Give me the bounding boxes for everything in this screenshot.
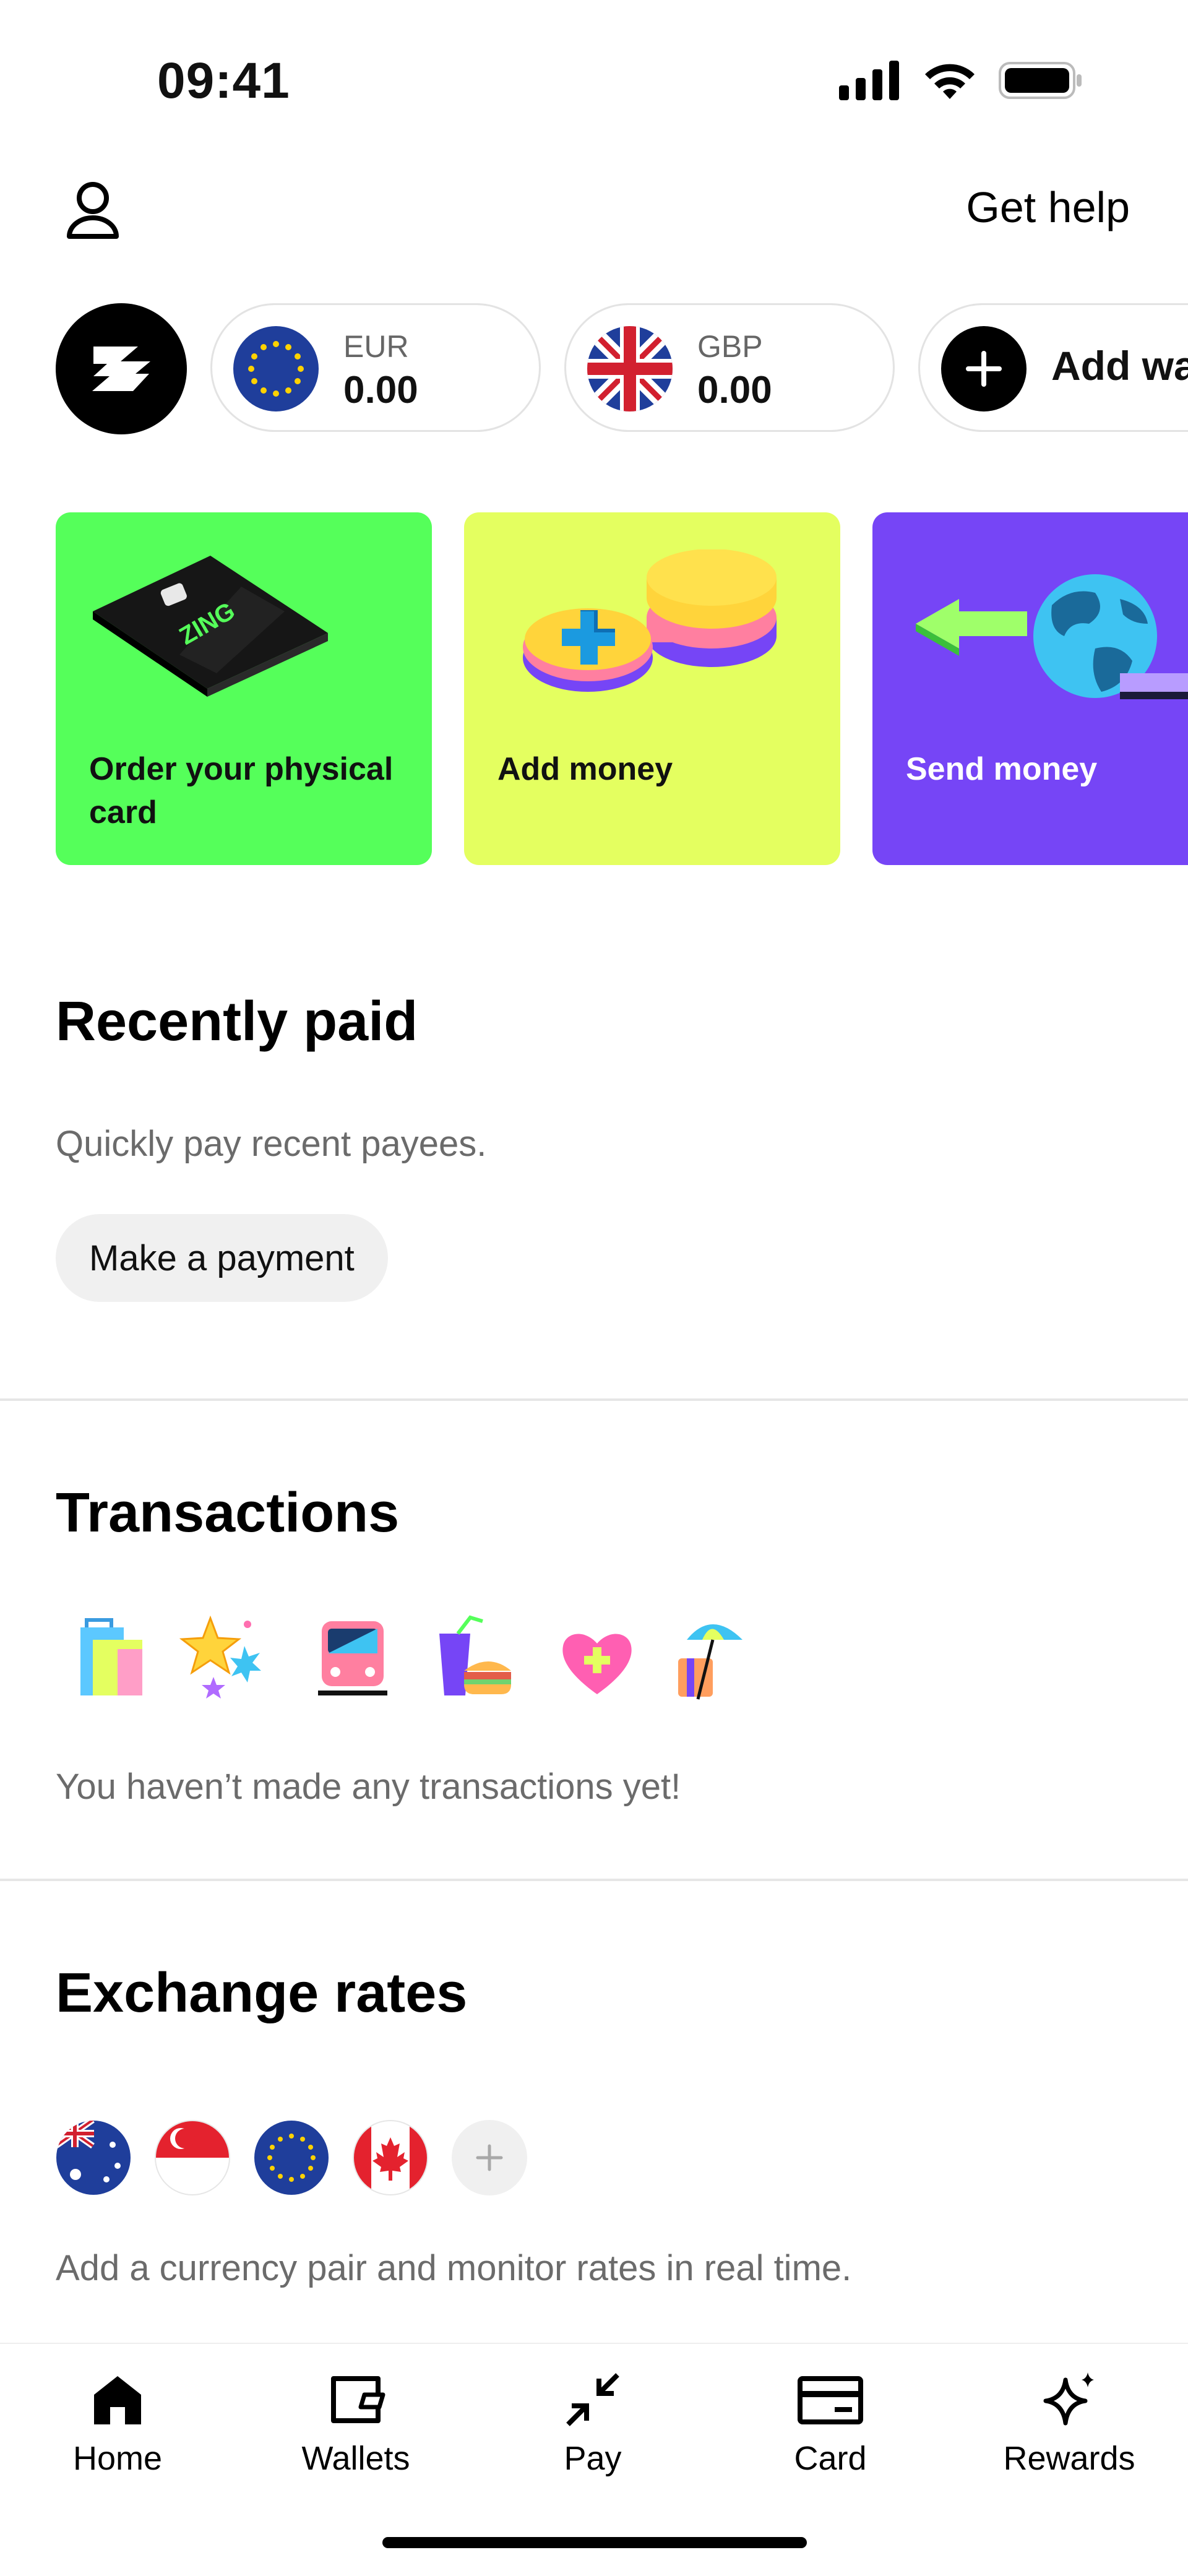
train-icon — [318, 1621, 387, 1695]
coins-plus-illustration — [523, 549, 777, 692]
travel-beach-icon — [678, 1624, 742, 1700]
nav-home[interactable]: Home — [25, 2370, 210, 2478]
exchange-rates-subtitle: Add a currency pair and monitor rates in… — [56, 2248, 852, 2288]
fast-food-icon — [439, 1615, 511, 1695]
singapore-flag-icon — [155, 2120, 230, 2195]
transactions-title: Transactions — [56, 1482, 400, 1544]
exchange-rate-flags — [56, 2120, 551, 2197]
get-help-link[interactable]: Get help — [966, 183, 1130, 232]
section-divider — [0, 1879, 1188, 1881]
recently-paid-title: Recently paid — [56, 991, 418, 1053]
wallet-selector-row: EUR 0.00 GBP 0.00 Add wal — [0, 302, 1188, 438]
make-payment-button[interactable]: Make a payment — [56, 1214, 388, 1302]
nav-pay-label: Pay — [564, 2440, 622, 2477]
celebration-stars-icon — [179, 1615, 261, 1699]
order-card-tile[interactable]: ZING Order your physical card — [56, 512, 432, 865]
nav-wallets-label: Wallets — [301, 2440, 410, 2477]
pay-arrows-icon — [566, 2373, 619, 2426]
nav-wallets[interactable]: Wallets — [263, 2370, 449, 2478]
recently-paid-subtitle: Quickly pay recent payees. — [56, 1124, 487, 1164]
order-card-label: Order your physical card — [89, 751, 394, 830]
australia-flag-icon — [56, 2121, 131, 2195]
zing-logo-button[interactable] — [56, 303, 187, 434]
profile-button[interactable] — [62, 179, 124, 241]
nav-card-label: Card — [794, 2440, 867, 2477]
plus-icon — [941, 326, 1027, 411]
send-money-tile[interactable]: Send money — [872, 512, 1188, 865]
section-divider — [0, 1398, 1188, 1401]
health-heart-icon — [562, 1634, 632, 1694]
shopping-bags-icon — [80, 1618, 142, 1695]
nav-pay[interactable]: Pay — [500, 2370, 686, 2478]
physical-card-illustration: ZING — [93, 556, 328, 697]
uk-flag-icon — [587, 326, 673, 411]
wallet-currency-code: GBP — [697, 329, 763, 364]
cellular-signal-icon — [839, 61, 899, 100]
wifi-icon — [925, 64, 975, 99]
card-icon — [798, 2376, 863, 2424]
zing-logo-icon — [92, 347, 150, 391]
wallet-balance: 0.00 — [697, 369, 772, 411]
plus-icon — [476, 2144, 503, 2171]
home-icon — [94, 2376, 141, 2424]
add-currency-pair-button[interactable] — [452, 2120, 527, 2195]
exchange-rates-title: Exchange rates — [56, 1962, 468, 2024]
battery-icon — [999, 62, 1082, 99]
user-icon — [67, 182, 119, 239]
add-money-tile[interactable]: Add money — [464, 512, 840, 865]
eu-flag-icon — [233, 326, 319, 411]
status-time: 09:41 — [157, 53, 290, 109]
wallet-pill-eur[interactable]: EUR 0.00 — [210, 303, 541, 432]
add-wallet-button[interactable]: Add wal — [918, 303, 1188, 432]
add-wallet-label: Add wal — [1051, 343, 1188, 389]
transaction-category-icons — [68, 1615, 811, 1714]
nav-card[interactable]: Card — [738, 2370, 923, 2478]
add-money-label: Add money — [497, 751, 673, 787]
sparkle-icon — [1043, 2372, 1094, 2426]
nav-rewards[interactable]: Rewards — [976, 2370, 1162, 2478]
nav-home-label: Home — [72, 2440, 163, 2477]
status-icons — [839, 61, 1083, 100]
wallet-pill-gbp[interactable]: GBP 0.00 — [564, 303, 895, 432]
transactions-empty-state: You haven’t made any transactions yet! — [56, 1767, 681, 1807]
wallet-balance: 0.00 — [343, 369, 418, 411]
home-indicator — [382, 2537, 807, 2548]
eu-flag-icon — [254, 2121, 329, 2195]
wallet-currency-code: EUR — [343, 329, 409, 364]
nav-rewards-label: Rewards — [1003, 2440, 1135, 2477]
canada-flag-icon — [353, 2120, 428, 2195]
wallet-icon — [331, 2376, 385, 2423]
globe-arrows-illustration — [916, 574, 1188, 704]
send-money-label: Send money — [906, 751, 1098, 787]
quick-actions-row: ZING Order your physical card Add money — [0, 512, 1188, 866]
